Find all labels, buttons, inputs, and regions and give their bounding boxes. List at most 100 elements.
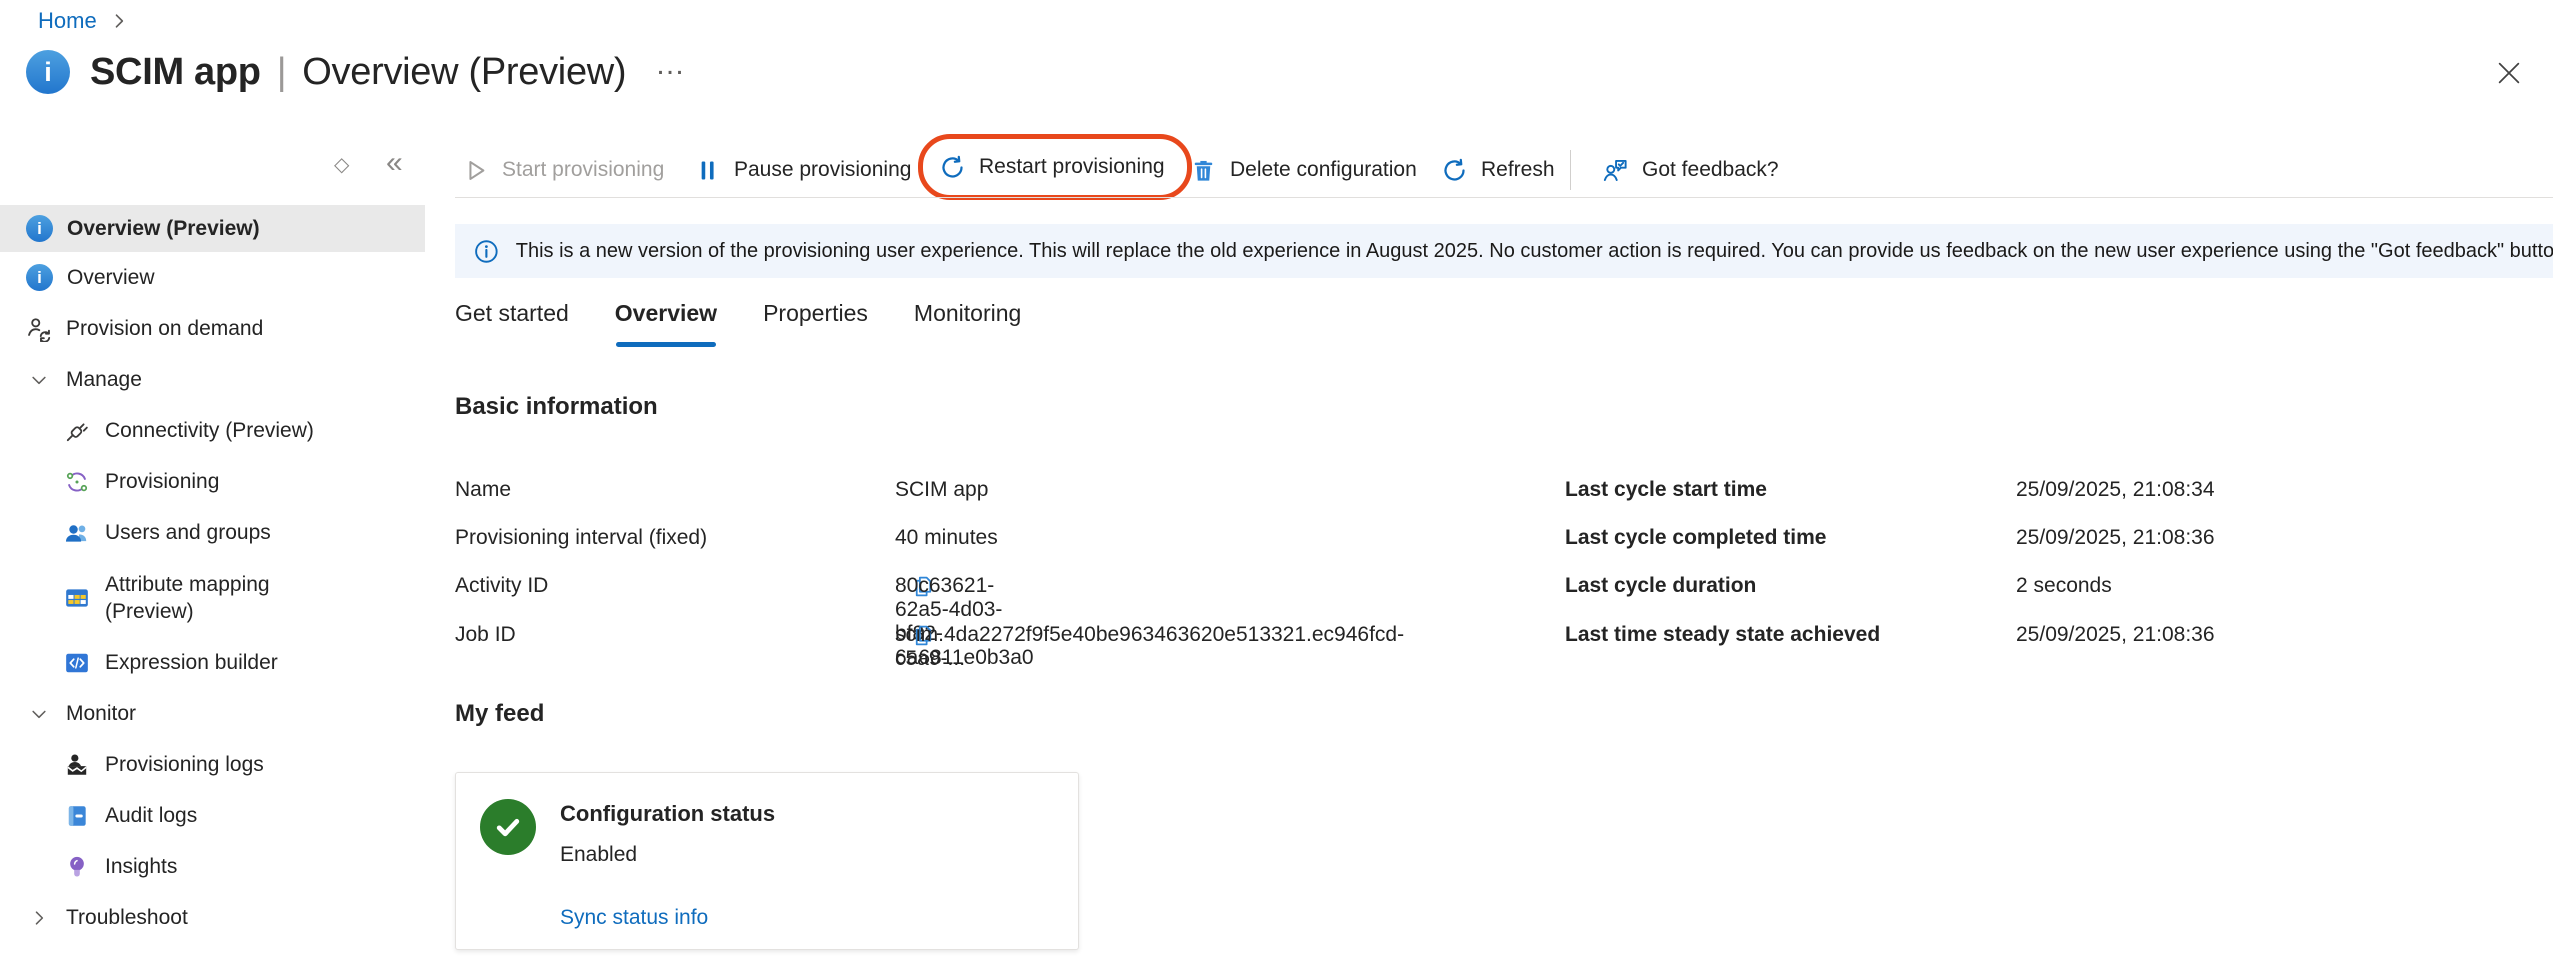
sidebar-item-label: Connectivity (Preview) xyxy=(105,419,314,443)
pause-icon xyxy=(694,157,721,184)
field-value: 40 minutes xyxy=(895,526,998,550)
sidebar-item-overview-preview[interactable]: i Overview (Preview) xyxy=(0,205,425,252)
sync-status-info-link[interactable]: Sync status info xyxy=(560,906,708,930)
connectivity-plug-icon xyxy=(64,418,90,444)
pause-provisioning-button[interactable]: Pause provisioning xyxy=(694,148,911,192)
field-value: 25/09/2025, 21:08:36 xyxy=(2016,526,2215,550)
chevron-right-icon xyxy=(109,11,129,31)
sidebar-group-manage[interactable]: Manage xyxy=(0,354,425,405)
restart-icon xyxy=(939,154,966,181)
got-feedback-button[interactable]: Got feedback? xyxy=(1602,148,1779,192)
toolbar-button-label: Got feedback? xyxy=(1642,158,1779,182)
field-value: 25/09/2025, 21:08:34 xyxy=(2016,478,2215,502)
basic-info-row: Job ID scim.4da2272f9f5e40be963463620e51… xyxy=(0,623,2560,659)
chevron-right-icon xyxy=(29,908,49,928)
field-label: Last time steady state achieved xyxy=(1565,623,1880,647)
chevron-down-icon xyxy=(29,370,49,390)
info-icon: i xyxy=(26,215,53,242)
field-value-group: 80c63621-62a5-4d03-bf82-6a6811e0b3a0 xyxy=(895,574,936,599)
field-value: SCIM app xyxy=(895,478,988,502)
more-options-icon[interactable]: … xyxy=(655,48,687,82)
sidebar-item-label: Audit logs xyxy=(105,804,197,828)
toolbar-button-label: Start provisioning xyxy=(502,158,664,182)
field-label: Last cycle start time xyxy=(1565,478,1767,502)
restart-provisioning-button[interactable]: Restart provisioning xyxy=(918,134,1192,200)
field-value-group: scim.4da2272f9f5e40be963463620e513321.ec… xyxy=(895,623,936,648)
sidebar-item-audit-logs[interactable]: Audit logs xyxy=(0,790,425,841)
my-feed-heading: My feed xyxy=(455,700,544,728)
sidebar-item-provisioning-logs[interactable]: Provisioning logs xyxy=(0,739,425,790)
app-name: SCIM app xyxy=(90,51,261,94)
sidebar-group-troubleshoot[interactable]: Troubleshoot xyxy=(0,892,425,943)
toolbar-button-label: Delete configuration xyxy=(1230,158,1417,182)
success-check-icon xyxy=(480,799,536,855)
sidebar-item-provision-on-demand[interactable]: Provision on demand xyxy=(0,303,425,354)
field-label: Last cycle completed time xyxy=(1565,526,1826,550)
trash-icon xyxy=(1190,157,1217,184)
info-banner: This is a new version of the provisionin… xyxy=(455,224,2553,278)
sidebar-item-label: Overview xyxy=(67,266,155,290)
sidebar-group-label: Manage xyxy=(66,368,142,392)
basic-info-row: Name SCIM app Last cycle start time 25/0… xyxy=(0,478,2560,514)
close-icon[interactable] xyxy=(2494,58,2524,88)
chevron-down-icon xyxy=(29,704,49,724)
basic-info-row: Activity ID 80c63621-62a5-4d03-bf82-6a68… xyxy=(0,574,2560,610)
field-label: Name xyxy=(455,478,511,502)
tab-overview[interactable]: Overview xyxy=(615,300,717,333)
provisioning-logs-icon xyxy=(64,752,90,778)
app-info-icon: i xyxy=(26,50,70,94)
toolbar-button-label: Restart provisioning xyxy=(979,155,1165,179)
basic-information-heading: Basic information xyxy=(455,393,658,421)
delete-configuration-button[interactable]: Delete configuration xyxy=(1190,148,1417,192)
field-label: Last cycle duration xyxy=(1565,574,1756,598)
title-separator: | xyxy=(277,51,287,94)
tab-properties[interactable]: Properties xyxy=(763,300,868,333)
toolbar-button-label: Refresh xyxy=(1481,158,1555,182)
start-provisioning-button[interactable]: Start provisioning xyxy=(462,148,664,192)
field-value: 25/09/2025, 21:08:36 xyxy=(2016,623,2215,647)
collapse-sidebar-icon[interactable]: « xyxy=(386,146,403,180)
sidebar-group-label: Troubleshoot xyxy=(66,906,188,930)
field-value: 2 seconds xyxy=(2016,574,2112,598)
sidebar-item-label: Provisioning logs xyxy=(105,753,264,777)
sidebar-item-label: Provision on demand xyxy=(66,317,263,341)
resize-handle-icon[interactable]: ◇ xyxy=(334,152,349,177)
audit-logs-icon xyxy=(64,803,90,829)
breadcrumb-home-link[interactable]: Home xyxy=(38,8,97,34)
status-value: Enabled xyxy=(560,843,637,867)
sidebar-item-connectivity[interactable]: Connectivity (Preview) xyxy=(0,405,425,456)
configuration-status-card: Configuration status Enabled Sync status… xyxy=(455,772,1079,950)
toolbar-divider xyxy=(1570,150,1571,190)
refresh-button[interactable]: Refresh xyxy=(1441,148,1555,192)
info-icon: i xyxy=(26,264,53,291)
sidebar-item-label: Overview (Preview) xyxy=(67,217,260,241)
field-label: Activity ID xyxy=(455,574,548,598)
provision-on-demand-icon xyxy=(26,316,52,342)
sidebar-item-label: Insights xyxy=(105,855,177,879)
field-label: Provisioning interval (fixed) xyxy=(455,526,707,550)
feedback-icon xyxy=(1602,157,1629,184)
sidebar-item-overview[interactable]: i Overview xyxy=(0,252,425,303)
play-icon xyxy=(462,157,489,184)
tab-monitoring[interactable]: Monitoring xyxy=(914,300,1021,333)
tab-get-started[interactable]: Get started xyxy=(455,300,569,333)
toolbar-button-label: Pause provisioning xyxy=(734,158,911,182)
field-value: scim.4da2272f9f5e40be963463620e513321.ec… xyxy=(895,623,1404,671)
page-title-text: Overview (Preview) xyxy=(302,51,626,94)
field-label: Job ID xyxy=(455,623,516,647)
refresh-icon xyxy=(1441,157,1468,184)
breadcrumb: Home xyxy=(38,8,129,34)
insights-lightbulb-icon xyxy=(64,854,90,880)
page-header: i SCIM app | Overview (Preview) xyxy=(26,50,626,94)
banner-info-icon xyxy=(473,238,500,265)
sidebar-group-label: Monitor xyxy=(66,702,136,726)
banner-text: This is a new version of the provisionin… xyxy=(516,240,2553,263)
page-title: SCIM app | Overview (Preview) xyxy=(90,51,626,94)
sidebar-item-insights[interactable]: Insights xyxy=(0,841,425,892)
sidebar-group-monitor[interactable]: Monitor xyxy=(0,688,425,739)
sidebar-controls: ◇ « xyxy=(0,146,440,192)
scim-app-overview-page: Home i SCIM app | Overview (Preview) … ◇… xyxy=(0,0,2560,980)
tab-bar: Get started Overview Properties Monitori… xyxy=(455,300,1021,333)
basic-info-row: Provisioning interval (fixed) 40 minutes… xyxy=(0,526,2560,562)
card-title: Configuration status xyxy=(560,801,775,827)
